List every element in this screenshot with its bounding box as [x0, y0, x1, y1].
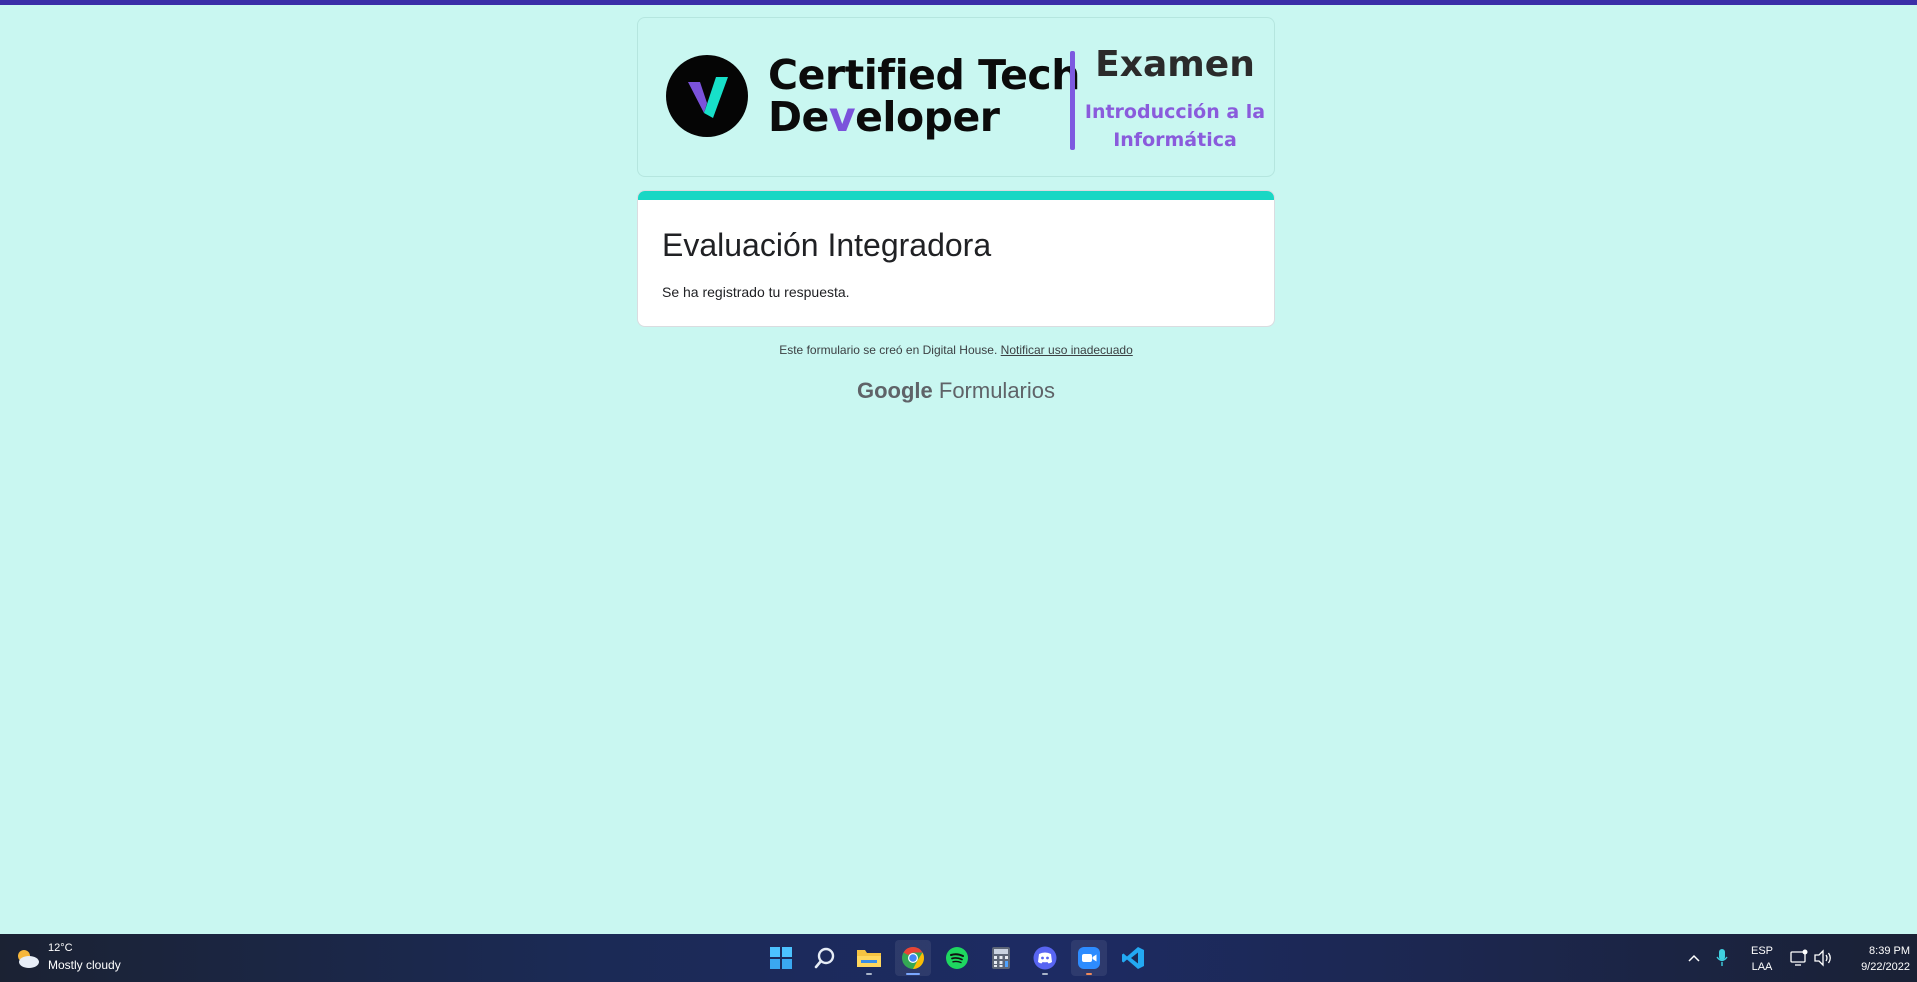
discord-icon — [1033, 946, 1057, 970]
partly-cloudy-icon — [18, 950, 39, 968]
response-recorded-message: Se ha registrado tu respuesta. — [662, 284, 850, 300]
weather-temperature: 12°C — [48, 942, 73, 954]
exam-title: Examen — [1095, 44, 1255, 85]
file-explorer-button[interactable] — [851, 940, 887, 976]
forms-wordmark: Formularios — [938, 378, 1056, 403]
clock-date: 9/22/2022 — [1861, 961, 1910, 973]
chrome-icon — [902, 947, 924, 969]
report-abuse-link[interactable]: Notificar uso inadecuado — [1001, 343, 1133, 357]
banner-divider — [1070, 51, 1075, 150]
calculator-button[interactable] — [983, 940, 1019, 976]
exam-subtitle: Introducción a la Informática — [1078, 98, 1272, 154]
exam-subtitle-line-2: Informática — [1113, 129, 1237, 151]
chrome-button[interactable] — [895, 940, 931, 976]
form-header-banner: Certified Tech Developer Examen Introduc… — [637, 17, 1275, 177]
running-indicator — [1086, 973, 1092, 975]
footer-note: Este formulario se creó en Digital House… — [637, 343, 1275, 357]
form-confirmation-card: Evaluación Integradora Se ha registrado … — [637, 190, 1275, 327]
vscode-button[interactable] — [1115, 940, 1151, 976]
google-wordmark: Google — [856, 378, 933, 403]
network-icon[interactable] — [1790, 948, 1808, 968]
google-forms-logo[interactable]: Google Formularios — [637, 378, 1275, 404]
card-accent-bar — [638, 191, 1274, 200]
keyboard-layout-code: LAA — [1751, 961, 1773, 973]
windows-start-icon — [770, 947, 792, 969]
vscode-icon — [1122, 947, 1144, 969]
brand-line-2-start: De — [768, 93, 829, 141]
weather-description: Mostly cloudy — [48, 958, 121, 972]
tray-overflow-chevron-icon[interactable] — [1686, 948, 1702, 968]
running-indicator — [866, 973, 872, 975]
start-button[interactable] — [763, 940, 799, 976]
exam-subtitle-line-1: Introducción a la — [1084, 101, 1266, 123]
discord-button[interactable] — [1027, 940, 1063, 976]
active-indicator — [906, 973, 920, 975]
form-title: Evaluación Integradora — [662, 227, 992, 263]
brand-name: Certified Tech Developer — [768, 54, 1080, 138]
zoom-icon — [1078, 947, 1100, 969]
search-icon — [814, 947, 835, 969]
spotify-button[interactable] — [939, 940, 975, 976]
folder-icon — [857, 950, 881, 967]
brand-line-1: Certified Tech — [768, 51, 1080, 99]
windows-taskbar: 12°C Mostly cloudy ESP LAA 8:39 PM 9/22/… — [0, 934, 1917, 982]
input-language-indicator[interactable]: ESP LAA — [1750, 943, 1774, 975]
volume-icon[interactable] — [1813, 948, 1833, 968]
top-accent-line — [0, 0, 1917, 5]
certified-tech-logo-icon — [666, 55, 748, 137]
taskbar-clock[interactable]: 8:39 PM 9/22/2022 — [1840, 943, 1910, 975]
brand-line-2: Developer — [768, 96, 1080, 138]
footer-note-text: Este formulario se creó en Digital House… — [779, 343, 998, 357]
running-indicator — [1042, 973, 1048, 975]
microphone-icon[interactable] — [1714, 947, 1730, 969]
taskbar-search-button[interactable] — [807, 940, 843, 976]
calculator-icon — [992, 947, 1010, 969]
spotify-icon — [946, 947, 968, 969]
language-code: ESP — [1750, 945, 1773, 957]
brand-line-2-v: v — [828, 93, 856, 141]
zoom-button[interactable] — [1071, 940, 1107, 976]
brand-line-2-end: eloper — [855, 93, 1000, 141]
clock-time: 8:39 PM — [1869, 945, 1910, 957]
